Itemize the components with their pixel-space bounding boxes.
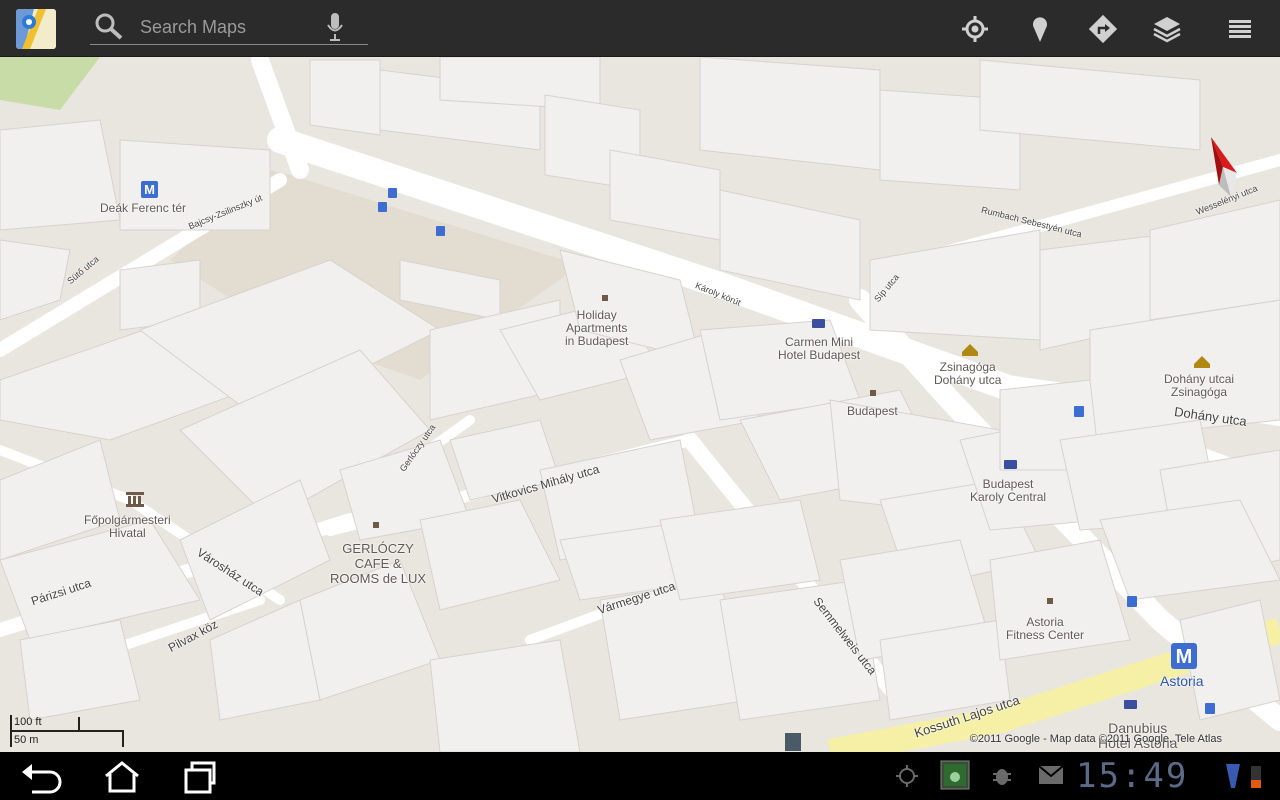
places-icon[interactable] [1025,14,1055,44]
battery-icon [1250,764,1262,793]
place-label-fopolgarmesteri-hivatal[interactable]: Főpolgármesteri Hivatal [84,514,171,540]
menu-icon[interactable] [1226,14,1256,44]
place-label-astoria-metro[interactable]: Astoria [1160,674,1204,688]
clock: 15:49 [1076,756,1189,796]
scale-imperial: 100 ft [14,716,42,728]
label-line: Fitness Center [1006,628,1085,642]
top-action-bar [0,0,1280,57]
gps-icon [895,764,919,793]
svg-text:M: M [144,182,155,197]
label-line: Karoly Central [970,490,1047,504]
map-canvas[interactable]: M M Deák Ferenc tér Holiday Apartments i… [0,57,1280,752]
search-input[interactable] [138,14,322,40]
home-icon[interactable] [100,760,144,794]
place-label-karoly-central[interactable]: Budapest Karoly Central [970,478,1046,504]
place-label-carmen-mini-hotel[interactable]: Carmen Mini Hotel Budapest [778,336,860,362]
layers-icon[interactable] [1152,14,1182,44]
back-icon[interactable] [20,760,64,794]
place-label-astoria-fitness[interactable]: Astoria Fitness Center [1006,616,1084,642]
maps-app-icon[interactable] [16,9,56,49]
map-rendering: M M [0,57,1280,752]
my-location-icon[interactable] [960,14,990,44]
directions-icon[interactable] [1088,14,1118,44]
wifi-icon [1226,764,1240,793]
search-icon [94,12,124,45]
recent-apps-icon[interactable] [180,760,224,794]
place-label-budapest[interactable]: Budapest [847,405,898,418]
scale-metric: 50 m [14,734,39,746]
usb-debug-icon [990,764,1014,793]
place-label-deak[interactable]: Deák Ferenc tér [100,202,186,215]
place-label-zsinagoga[interactable]: Zsinagóga Dohány utca [934,361,1001,387]
gallery-icon [940,760,970,795]
label-line: Zsinagóga [1171,385,1228,399]
map-copyright: ©2011 Google - Map data ©2011 Google, Te… [969,733,1222,745]
map-scale-bar: 100 ft 50 m [10,715,125,747]
place-label-holiday-apartments[interactable]: Holiday Apartments in Budapest [565,309,628,348]
place-label-dohany-zsinagoga[interactable]: Dohány utcai Zsinagóga [1164,373,1234,399]
search-box[interactable] [90,8,368,45]
label-line: ROOMS de LUX [330,571,427,586]
label-line: Dohány utca [934,373,1002,387]
voice-search-icon[interactable] [326,12,344,47]
place-label-gerloczy-cafe[interactable]: GERLÓCZY CAFE & ROOMS de LUX [330,541,426,586]
label-line: Hotel Budapest [778,348,861,362]
label-line: Hivatal [109,526,146,540]
label-line: GERLÓCZY [342,541,414,556]
svg-text:M: M [1176,646,1193,668]
gmail-icon [1038,764,1064,791]
label-line: CAFE & [354,556,402,571]
label-line: in Budapest [565,334,629,348]
